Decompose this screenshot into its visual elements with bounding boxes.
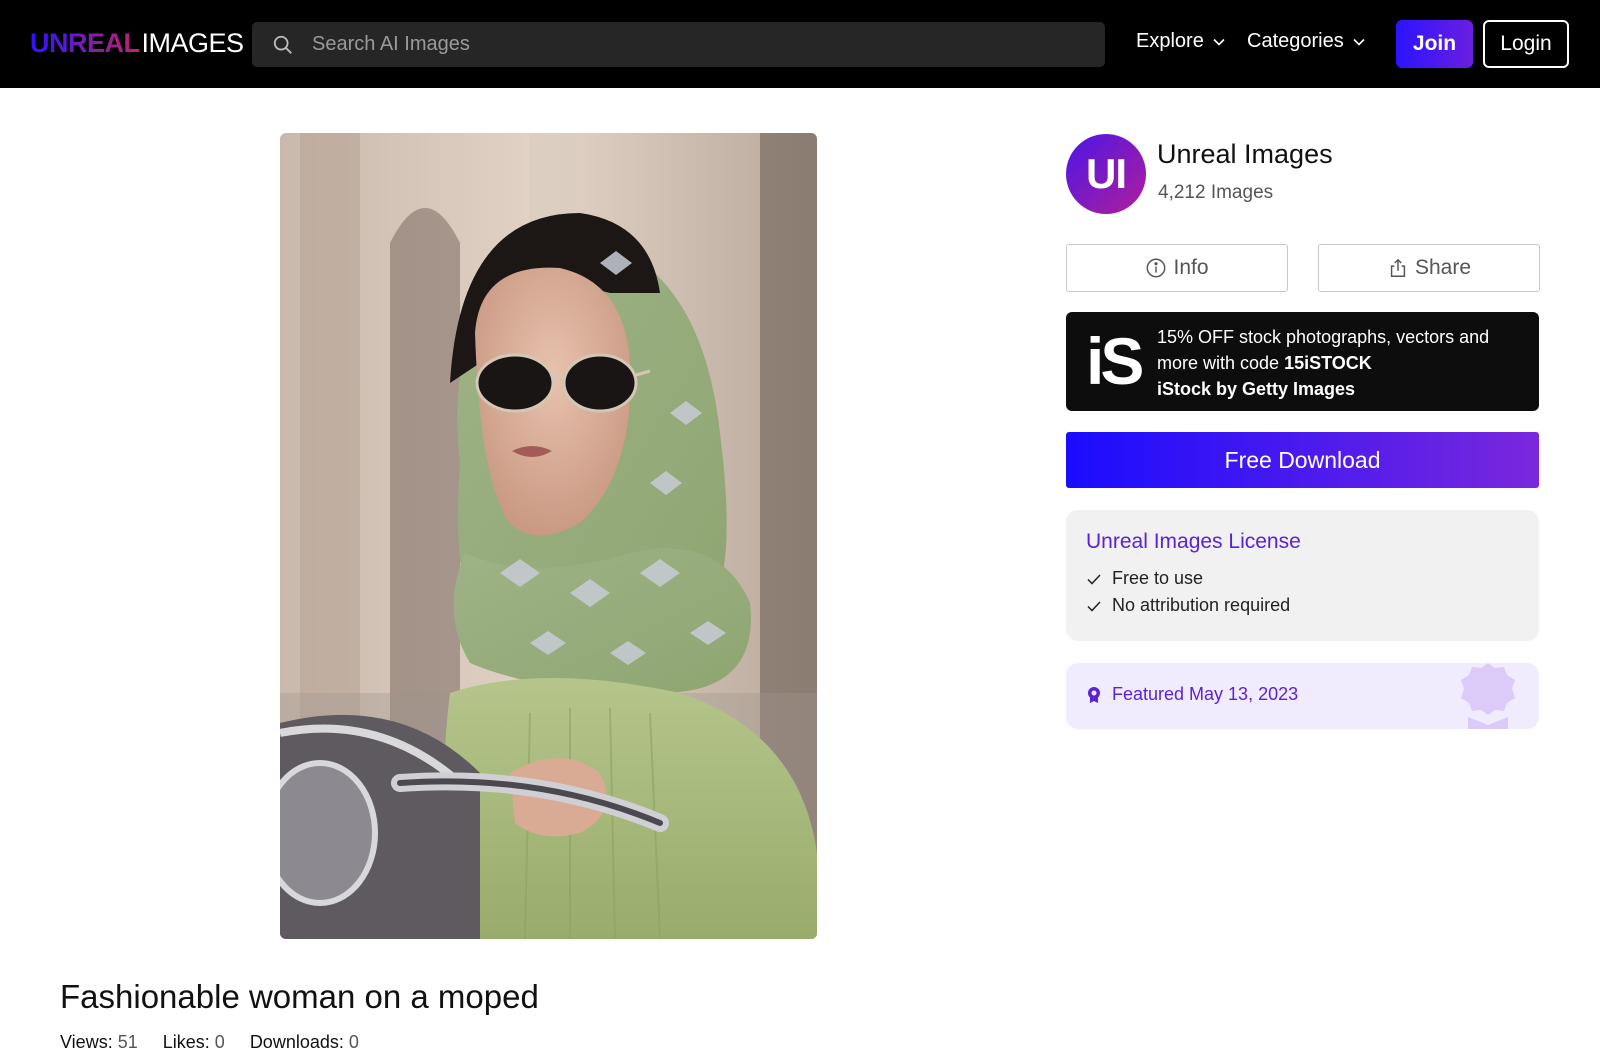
stat-downloads: Downloads: 0: [250, 1032, 359, 1051]
logo-images: IMAGES: [141, 28, 245, 58]
check-icon: [1087, 600, 1101, 612]
stat-views-label: Views:: [60, 1032, 113, 1051]
search-bar[interactable]: [252, 22, 1105, 67]
license-item-label: Free to use: [1112, 568, 1204, 588]
nav-explore-label: Explore: [1136, 30, 1204, 52]
share-button[interactable]: Share: [1318, 244, 1540, 292]
search-input[interactable]: [312, 22, 1092, 67]
share-button-label: Share: [1414, 256, 1472, 279]
promo-line-2-prefix: more with code: [1157, 353, 1280, 373]
istock-promo-banner[interactable]: iS 15% OFF stock photographs, vectors an…: [1066, 312, 1539, 411]
award-icon: [1088, 686, 1100, 703]
featured-box: Featured May 13, 2023: [1066, 663, 1539, 729]
author-avatar[interactable]: UI: [1066, 134, 1146, 214]
main-image[interactable]: [280, 133, 817, 939]
promo-brand-label: iStock by Getty Images: [1157, 379, 1356, 399]
stat-downloads-value: 0: [348, 1032, 359, 1051]
nav-categories[interactable]: Categories: [1247, 30, 1366, 53]
author-image-count: 4,212 Images: [1158, 182, 1274, 203]
stat-views-value: 51: [117, 1032, 138, 1051]
stat-likes-label: Likes:: [162, 1032, 210, 1051]
author-name[interactable]: Unreal Images: [1157, 139, 1333, 170]
join-button[interactable]: Join: [1396, 20, 1473, 68]
featured-info: Featured May 13, 2023: [1086, 684, 1298, 705]
nav-categories-label: Categories: [1247, 30, 1344, 52]
image-stats: Views: 51 Likes: 0 Downloads: 0: [60, 1032, 359, 1051]
share-icon: [1390, 258, 1406, 277]
stat-likes-value: 0: [214, 1032, 225, 1051]
chevron-down-icon: [1213, 38, 1225, 46]
image-title: Fashionable woman on a moped: [60, 978, 539, 1015]
license-title[interactable]: Unreal Images License: [1086, 530, 1301, 554]
stat-downloads-label: Downloads:: [249, 1032, 344, 1051]
check-icon: [1087, 573, 1101, 585]
free-download-button[interactable]: Free Download: [1066, 432, 1539, 488]
featured-date: Featured May 13, 2023: [1112, 684, 1299, 704]
license-item: No attribution required: [1086, 595, 1290, 616]
promo-line-1: 15% OFF stock photographs, vectors and: [1157, 327, 1490, 347]
info-icon: [1147, 258, 1166, 278]
license-item: Free to use: [1086, 568, 1203, 589]
promo-line-2: more with code 15iSTOCK: [1157, 350, 1527, 376]
promo-code: 15iSTOCK: [1284, 353, 1372, 373]
license-item-label: No attribution required: [1112, 595, 1291, 615]
promo-text: 15% OFF stock photographs, vectors and m…: [1157, 324, 1527, 402]
nav-explore[interactable]: Explore: [1136, 30, 1226, 53]
info-button[interactable]: Info: [1066, 244, 1288, 292]
site-logo[interactable]: UNREALIMAGES: [30, 28, 244, 59]
stat-views: Views: 51: [60, 1032, 138, 1051]
login-button[interactable]: Login: [1483, 20, 1569, 68]
promo-brand: iStock by Getty Images: [1157, 376, 1527, 402]
chevron-down-icon: [1353, 38, 1365, 46]
license-box: Unreal Images License Free to use No att…: [1066, 510, 1539, 641]
info-button-label: Info: [1173, 256, 1209, 279]
award-badge-icon: [1461, 663, 1515, 729]
logo-unreal: UNREAL: [30, 28, 140, 58]
search-icon: [273, 35, 292, 54]
photo-illustration: [280, 133, 817, 939]
istock-logo: iS: [1086, 324, 1144, 398]
top-navbar: UNREALIMAGES Explore Categories Join Log…: [0, 0, 1600, 88]
stat-likes: Likes: 0: [163, 1032, 225, 1051]
